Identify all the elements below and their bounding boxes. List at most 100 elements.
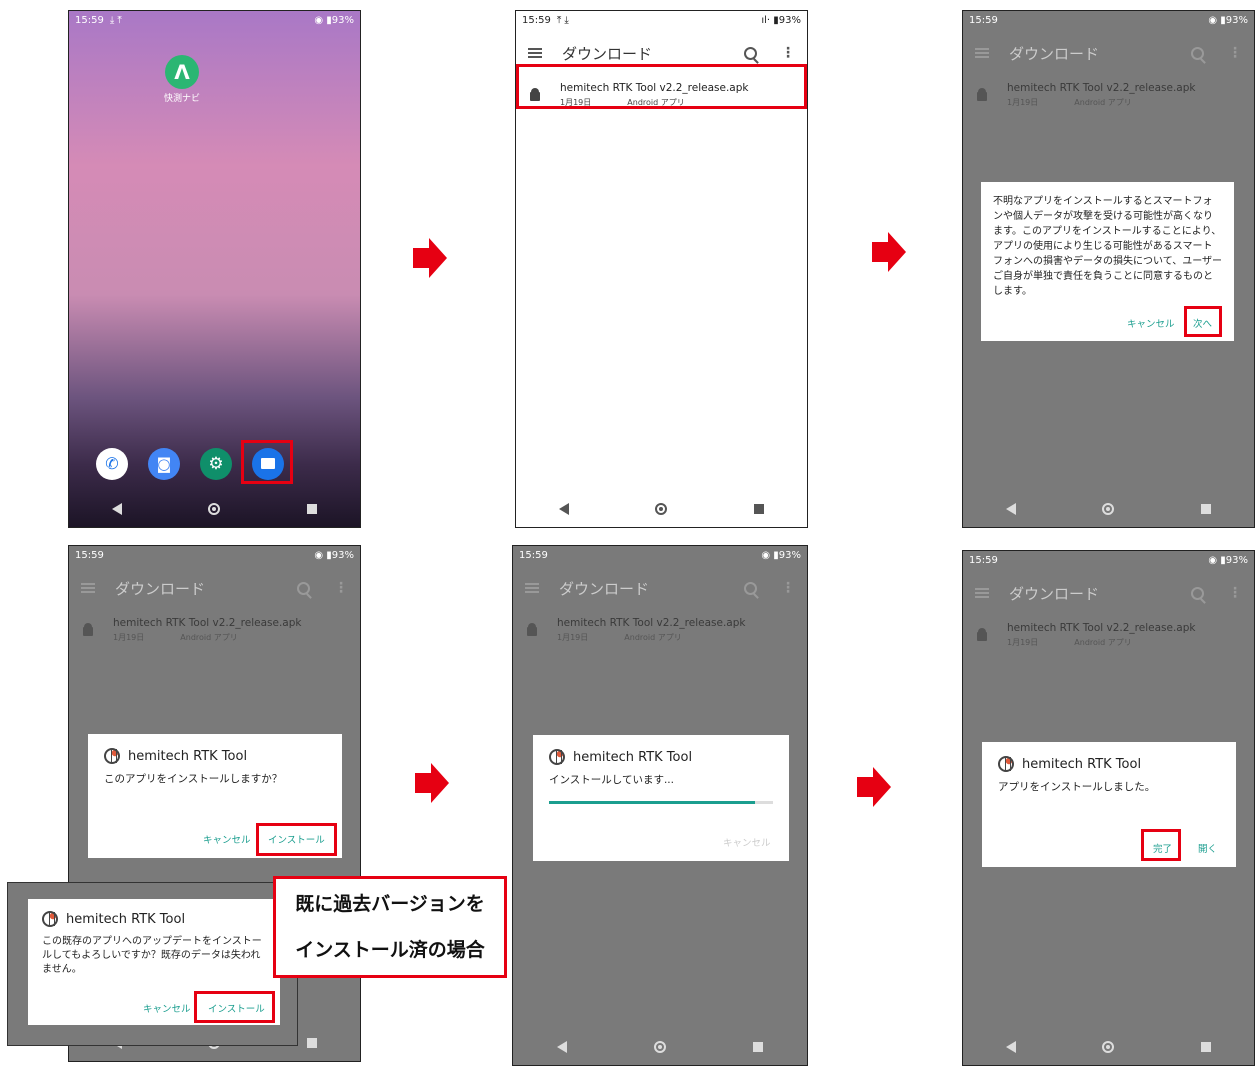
app-globe-icon xyxy=(104,748,120,764)
cancel-button[interactable]: キャンセル xyxy=(203,832,251,846)
recents-icon[interactable] xyxy=(1200,1042,1211,1052)
nav-bar xyxy=(69,491,360,527)
nav-bar xyxy=(963,491,1254,527)
file-row: hemitech RTK Tool v2.2_release.apk 1月19日… xyxy=(69,610,360,650)
progress-fill xyxy=(549,801,756,804)
upload-icon: ⤒ ⤓ xyxy=(556,14,569,26)
status-bar: 15:59 ⤓ ⤒ ◉ ▮93% xyxy=(69,11,360,29)
back-icon[interactable] xyxy=(1006,1041,1017,1053)
cancel-button[interactable]: キャンセル xyxy=(1127,316,1175,330)
hamburger-icon[interactable] xyxy=(81,583,95,593)
camera-icon[interactable]: ◙ xyxy=(148,448,180,480)
status-battery: ◉ ▮93% xyxy=(314,14,354,26)
app-shortcut-label: 快測ナビ xyxy=(163,94,200,104)
back-icon[interactable] xyxy=(556,1041,567,1053)
dialog-app-name: hemitech RTK Tool xyxy=(573,749,693,765)
page-title: ダウンロード xyxy=(559,579,650,598)
app-shortcut[interactable]: ᐱ 快測ナビ xyxy=(159,55,205,104)
back-icon[interactable] xyxy=(1006,503,1017,515)
overflow-menu-icon[interactable]: ⋮ xyxy=(1228,45,1242,61)
home-icon[interactable] xyxy=(655,503,668,515)
file-date: 1月19日 xyxy=(1007,638,1039,647)
arrow-icon xyxy=(872,232,906,272)
status-time: 15:59 xyxy=(75,14,104,26)
home-icon[interactable] xyxy=(653,1041,666,1053)
search-icon[interactable] xyxy=(1191,586,1204,600)
status-time: 15:59 xyxy=(969,14,998,26)
search-icon[interactable] xyxy=(744,46,757,60)
back-icon[interactable] xyxy=(112,503,123,515)
open-button[interactable]: 開く xyxy=(1198,841,1217,855)
overflow-menu-icon[interactable]: ⋮ xyxy=(334,580,348,596)
done-dialog: hemitech RTK Tool アプリをインストールしました。 完了 開く xyxy=(982,742,1236,867)
recents-icon[interactable] xyxy=(753,1042,764,1052)
search-icon[interactable] xyxy=(297,581,310,595)
recents-icon[interactable] xyxy=(753,504,764,514)
app-logo-icon: ᐱ xyxy=(165,55,199,89)
home-screen: 15:59 ⤓ ⤒ ◉ ▮93% ᐱ 快測ナビ ✆ ◙ ⚙ xyxy=(68,10,361,528)
status-battery: ıl· ▮93% xyxy=(761,14,801,26)
cancel-button[interactable]: キャンセル xyxy=(143,1001,191,1015)
home-icon[interactable] xyxy=(1102,503,1115,515)
dock: ✆ ◙ ⚙ xyxy=(91,445,341,481)
status-battery: ◉ ▮93% xyxy=(1208,554,1248,566)
status-time: 15:59 xyxy=(522,14,551,26)
android-icon xyxy=(975,88,989,102)
status-bar: 15:59 ⤒ ⤓ ıl· ▮93% xyxy=(516,11,807,29)
highlight-files-icon xyxy=(241,440,293,484)
android-icon xyxy=(81,623,95,637)
overflow-menu-icon[interactable]: ⋮ xyxy=(781,580,795,596)
warning-screen: 15:59 ◉ ▮93% ダウンロード ⋮ hemitech RTK Tool … xyxy=(962,10,1255,528)
file-name: hemitech RTK Tool v2.2_release.apk xyxy=(113,617,302,629)
progress-screen: 15:59 ◉ ▮93% ダウンロード ⋮ hemitech RTK Tool … xyxy=(512,545,808,1066)
callout-line-2: インストール済の場合 xyxy=(295,939,485,961)
warning-text: 不明なアプリをインストールするとスマートフォンや個人データが攻撃を受ける可能性が… xyxy=(993,196,1222,297)
recents-icon[interactable] xyxy=(1200,504,1211,514)
overflow-menu-icon[interactable]: ⋮ xyxy=(1228,585,1242,601)
recents-icon[interactable] xyxy=(306,504,317,514)
app-bar: ダウンロード ⋮ xyxy=(963,31,1254,75)
nav-bar xyxy=(516,491,807,527)
settings-icon[interactable]: ⚙ xyxy=(200,448,232,480)
recents-icon[interactable] xyxy=(306,1038,317,1048)
file-row: hemitech RTK Tool v2.2_release.apk 1月19日… xyxy=(963,615,1254,655)
search-icon[interactable] xyxy=(744,581,757,595)
callout-box: 既に過去バージョンを インストール済の場合 xyxy=(273,876,507,978)
file-date: 1月19日 xyxy=(1007,98,1039,107)
android-icon xyxy=(525,623,539,637)
app-globe-icon xyxy=(549,749,565,765)
callout-line-1: 既に過去バージョンを xyxy=(295,893,485,915)
file-type: Android アプリ xyxy=(1074,98,1132,107)
hamburger-icon[interactable] xyxy=(975,588,989,598)
back-icon[interactable] xyxy=(559,503,570,515)
file-type: Android アプリ xyxy=(180,633,238,642)
hamburger-icon[interactable] xyxy=(525,583,539,593)
overflow-menu-icon[interactable]: ⋮ xyxy=(781,45,795,61)
hamburger-icon[interactable] xyxy=(975,48,989,58)
progress-dialog: hemitech RTK Tool インストールしています... キャンセル xyxy=(533,735,789,861)
app-bar: ダウンロード ⋮ xyxy=(963,571,1254,615)
status-bar: 15:59 ◉ ▮93% xyxy=(963,551,1254,569)
page-title: ダウンロード xyxy=(115,579,206,598)
android-icon xyxy=(975,628,989,642)
file-date: 1月19日 xyxy=(557,633,589,642)
page-title: ダウンロード xyxy=(1009,584,1100,603)
progress-bar xyxy=(549,801,773,804)
phone-icon[interactable]: ✆ xyxy=(96,448,128,480)
home-icon[interactable] xyxy=(1102,1041,1115,1053)
home-icon[interactable] xyxy=(208,503,221,515)
status-battery: ◉ ▮93% xyxy=(1208,14,1248,26)
update-question: この既存のアプリへのアップデートをインストールしてもよろしいですか？既存のデータ… xyxy=(42,936,262,975)
page-title: ダウンロード xyxy=(562,44,653,63)
done-message: アプリをインストールしました。 xyxy=(998,781,1156,793)
status-time: 15:59 xyxy=(75,549,104,561)
dialog-app-name: hemitech RTK Tool xyxy=(66,911,186,927)
progress-message: インストールしています... xyxy=(549,774,674,786)
highlight-next-button xyxy=(1184,306,1222,337)
hamburger-icon[interactable] xyxy=(528,48,542,58)
arrow-icon xyxy=(857,767,891,807)
cancel-button[interactable]: キャンセル xyxy=(723,835,771,849)
status-bar: 15:59 ◉ ▮93% xyxy=(513,546,807,564)
search-icon[interactable] xyxy=(1191,46,1204,60)
file-row: hemitech RTK Tool v2.2_release.apk 1月19日… xyxy=(513,610,807,650)
